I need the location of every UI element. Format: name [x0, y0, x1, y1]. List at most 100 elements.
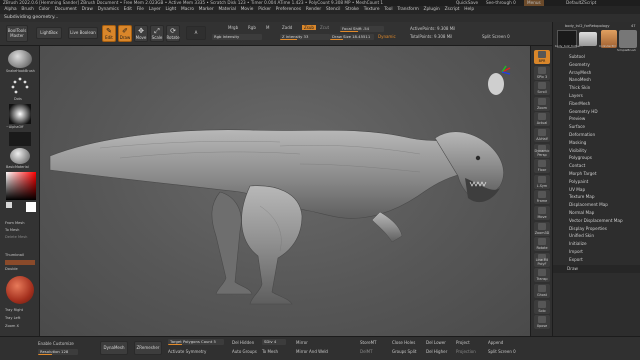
mirror-and-weld-button[interactable]: Mirror And Weld: [296, 349, 328, 354]
tray-left-button[interactable]: Tray Left: [5, 316, 20, 320]
menu-item-layer[interactable]: Layer: [146, 6, 163, 14]
palette-item-unified-skin[interactable]: Unified Skin: [569, 233, 594, 238]
double-toggle[interactable]: Double: [5, 267, 18, 271]
menu-item-tool[interactable]: Tool: [382, 6, 395, 14]
zsub-toggle[interactable]: Zsub: [302, 25, 316, 30]
thumbnail-button[interactable]: Thumbnail: [5, 253, 24, 257]
move-button[interactable]: ✥ Move: [134, 25, 148, 42]
palette-item-geometry[interactable]: Geometry: [569, 62, 590, 67]
menu-item-help[interactable]: Help: [462, 6, 477, 14]
menu-item-dynamics[interactable]: Dynamics: [95, 6, 121, 14]
menu-item-render[interactable]: Render: [303, 6, 323, 14]
scale-button[interactable]: ⤢ Scale: [150, 25, 164, 42]
menu-item-light[interactable]: Light: [163, 6, 179, 14]
split-screen-toggle[interactable]: Split Screen 0: [482, 34, 510, 39]
zoom-out-button[interactable]: Zoom X: [5, 324, 19, 328]
groups-split-button[interactable]: Groups Split: [392, 349, 416, 354]
rotate-button[interactable]: ⟳ Rotate: [166, 25, 180, 42]
palette-item-displacement-map[interactable]: Displacement Map: [569, 202, 608, 207]
material-sphere[interactable]: [6, 276, 34, 304]
target-polygons-slider[interactable]: Target Polygons Count 5: [168, 339, 224, 345]
mrgb-toggle[interactable]: Mrgb: [228, 25, 238, 30]
shelf-button-aahalf[interactable]: AAHalf: [534, 128, 550, 142]
shelf-button-rotate[interactable]: Rotate: [534, 237, 550, 252]
to-mesh-button[interactable]: To Mesh: [5, 228, 19, 232]
store-mt-button[interactable]: StoreMT: [360, 340, 376, 345]
palette-item-geometry-hd[interactable]: Geometry HD: [569, 109, 598, 114]
del-hidden-button[interactable]: Del Hidden: [232, 340, 254, 345]
shelf-button-bpr[interactable]: BPR: [534, 50, 550, 64]
shelf-button-spix-3[interactable]: SPix 3: [534, 65, 550, 80]
draw-size-slider[interactable]: Draw Size 18.45511: [330, 34, 374, 40]
palette-item-vector-displacement-map[interactable]: Vector Displacement Map: [569, 218, 623, 223]
palette-item-normal-map[interactable]: Normal Map: [569, 210, 594, 215]
palette-item-export[interactable]: Export: [569, 257, 583, 262]
material-thumbnail[interactable]: [10, 148, 30, 164]
palette-item-fibermesh[interactable]: FiberMesh: [569, 101, 590, 106]
lightbox-button[interactable]: LightBox: [36, 27, 62, 39]
activate-symmetry-button[interactable]: Activate Symmetry: [168, 349, 206, 354]
palette-item-import[interactable]: Import: [569, 249, 583, 254]
shelf-button-l-sym[interactable]: L.Sym: [534, 174, 550, 189]
from-mesh-button[interactable]: From Mesh: [5, 221, 25, 225]
canvas-viewport[interactable]: [40, 46, 530, 336]
menu-item-brush[interactable]: Brush: [19, 6, 36, 14]
secondary-color-swatch[interactable]: [6, 202, 12, 208]
palette-item-arraymesh[interactable]: ArrayMesh: [569, 70, 591, 75]
menu-item-texture[interactable]: Texture: [361, 6, 382, 14]
menu-item-movie[interactable]: Movie: [238, 6, 256, 14]
palette-item-visibility[interactable]: Visibility: [569, 148, 587, 153]
texture-thumbnail[interactable]: [9, 132, 31, 146]
mirror-button[interactable]: Mirror: [296, 340, 308, 345]
menu-item-draw[interactable]: Draw: [79, 6, 95, 14]
edit-button[interactable]: ✎ Edit: [102, 25, 116, 42]
palette-item-preview[interactable]: Preview: [569, 116, 585, 121]
zremesher-button[interactable]: ZRemesher: [134, 341, 162, 355]
del-lower-button[interactable]: Del Lower: [426, 340, 446, 345]
focal-shift-slider[interactable]: Focal Shift -54: [340, 26, 384, 32]
resolution-slider[interactable]: Resolution 128: [38, 349, 78, 355]
tray-right-button[interactable]: Tray Right: [5, 308, 23, 312]
palette-item-layers[interactable]: Layers: [569, 93, 583, 98]
append-button[interactable]: Append: [488, 340, 503, 345]
rgb-intensity-slider[interactable]: Rgb Intensity: [212, 34, 262, 40]
menu-item-marker[interactable]: Marker: [196, 6, 216, 14]
menu-item-alpha[interactable]: Alpha: [2, 6, 19, 14]
delete-mesh-button[interactable]: Delete Mesh: [5, 235, 27, 239]
close-holes-button[interactable]: Close Holes: [392, 340, 415, 345]
stroke-thumbnail[interactable]: [10, 76, 30, 96]
palette-item-initialize[interactable]: Initialize: [569, 241, 587, 246]
menu-item-color[interactable]: Color: [36, 6, 52, 14]
projection-button[interactable]: Projection: [456, 349, 476, 354]
menu-item-stencil[interactable]: Stencil: [324, 6, 343, 14]
palette-item-surface[interactable]: Surface: [569, 124, 585, 129]
shelf-button-xpose[interactable]: Xpose: [534, 315, 550, 330]
navigation-gizmo[interactable]: [482, 64, 514, 100]
live-boolean-button[interactable]: Live Boolean: [68, 27, 98, 39]
menu-item-document[interactable]: Document: [52, 6, 79, 14]
menu-item-zscript[interactable]: Zscript: [442, 6, 462, 14]
menu-item-stroke[interactable]: Stroke: [343, 6, 361, 14]
brush-mode-button[interactable]: A: [186, 26, 206, 40]
color-picker[interactable]: [6, 172, 36, 200]
shelf-button-frame[interactable]: Frame: [534, 190, 550, 205]
shelf-button-zoom[interactable]: Zoom: [534, 96, 550, 111]
palette-item-polygroups[interactable]: Polygroups: [569, 155, 592, 160]
menu-item-preferences[interactable]: Preferences: [273, 6, 303, 14]
del-higher-button[interactable]: Del Higher: [426, 349, 447, 354]
shelf-button-line-fill-polyf[interactable]: Line Fill PolyF: [534, 252, 550, 267]
menu-item-material[interactable]: Material: [216, 6, 238, 14]
shelf-button-scroll[interactable]: Scroll: [534, 81, 550, 96]
palette-item-contact[interactable]: Contact: [569, 163, 585, 168]
zadd-toggle[interactable]: Zadd: [282, 25, 292, 30]
shelf-button-ghost[interactable]: Ghost: [534, 284, 550, 298]
booltools-master-button[interactable]: BoolTools Master: [6, 25, 28, 42]
menu-item-zplugin[interactable]: Zplugin: [421, 6, 442, 14]
brush-thumbnail[interactable]: [8, 50, 32, 68]
palette-item-masking[interactable]: Masking: [569, 140, 586, 145]
shelf-button-dynamic-persp[interactable]: Dynamic Persp: [534, 143, 550, 158]
rgb-toggle[interactable]: Rgb: [248, 25, 256, 30]
simplebrush-thumbnail[interactable]: [619, 30, 637, 48]
menu-item-edit[interactable]: Edit: [121, 6, 134, 14]
menu-item-picker[interactable]: Picker: [256, 6, 274, 14]
